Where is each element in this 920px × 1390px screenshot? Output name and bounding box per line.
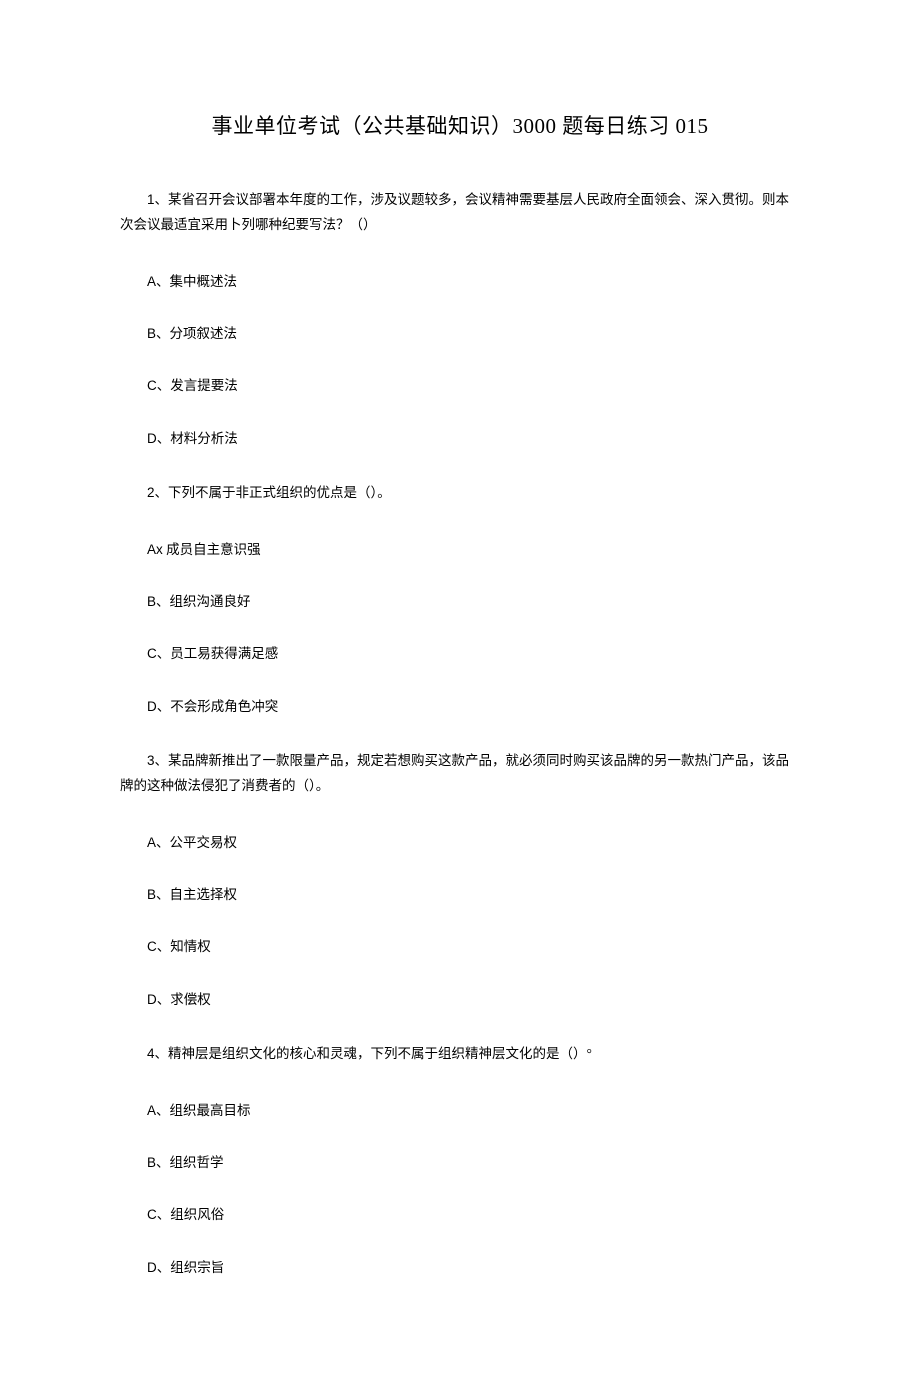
question-block-2: 2、下列不属于非正式组织的优点是（）。 Ax 成员自主意识强 B、组织沟通良好 … [120,481,800,717]
option-sep: 、 [156,274,170,289]
option-c: C、知情权 [120,937,800,957]
option-label: Ax [147,542,163,557]
question-text: 、精神层是组织文化的核心和灵魂，下列不属于组织精神层文化的是（）° [155,1046,592,1061]
option-sep: 、 [156,594,170,609]
option-text: 不会形成角色冲突 [170,699,278,714]
title-prefix: 事业单位考试（公共基础知识） [212,114,513,138]
option-d: D、材料分析法 [120,429,800,449]
option-a: A、公平交易权 [120,833,800,853]
option-text: 求偿权 [170,992,211,1007]
option-b: B、自主选择权 [120,885,800,905]
option-sep: 、 [156,1155,170,1170]
option-label: D [147,1260,157,1275]
question-block-4: 4、精神层是组织文化的核心和灵魂，下列不属于组织精神层文化的是（）° A、组织最… [120,1042,800,1278]
question-text: 、某省召开会议部署本年度的工作，涉及议题较多，会议精神需要基层人民政府全面领会、… [120,192,789,232]
option-b: B、组织沟通良好 [120,592,800,612]
option-b: B、组织哲学 [120,1153,800,1173]
option-text: 组织风俗 [170,1207,224,1222]
option-text: 材料分析法 [170,431,238,446]
option-label: B [147,1155,156,1170]
option-a: A、集中概述法 [120,272,800,292]
option-sep: 、 [157,699,171,714]
option-sep: 、 [157,939,171,954]
option-text: 组织宗旨 [170,1260,224,1275]
page-title: 事业单位考试（公共基础知识）3000 题每日练习 015 [120,110,800,140]
option-label: C [147,646,157,661]
option-c: C、组织风俗 [120,1205,800,1225]
option-d: D、组织宗旨 [120,1258,800,1278]
option-text: 发言提要法 [170,378,238,393]
option-a: Ax 成员自主意识强 [120,540,800,560]
option-sep: 、 [157,1260,171,1275]
option-sep: 、 [157,431,171,446]
question-text: 、某品牌新推出了一款限量产品，规定若想购买这款产品，就必须同时购买该品牌的另一款… [120,753,789,793]
option-text: 组织沟通良好 [170,594,251,609]
question-block-1: 1、某省召开会议部署本年度的工作，涉及议题较多，会议精神需要基层人民政府全面领会… [120,188,800,449]
question-block-3: 3、某品牌新推出了一款限量产品，规定若想购买这款产品，就必须同时购买该品牌的另一… [120,749,800,1010]
option-label: B [147,326,156,341]
question-text: 、下列不属于非正式组织的优点是（）。 [155,485,391,500]
option-sep: 、 [157,1207,171,1222]
option-text: 公平交易权 [170,835,238,850]
option-label: A [147,1103,156,1118]
question-stem: 2、下列不属于非正式组织的优点是（）。 [120,481,800,506]
option-text: 成员自主意识强 [163,542,261,557]
option-c: C、发言提要法 [120,376,800,396]
option-d: D、不会形成角色冲突 [120,697,800,717]
option-label: C [147,1207,157,1222]
option-label: D [147,431,157,446]
question-number: 4 [147,1046,155,1061]
option-sep: 、 [156,1103,170,1118]
option-text: 集中概述法 [170,274,238,289]
option-sep: 、 [157,992,171,1007]
question-number: 2 [147,485,155,500]
option-d: D、求偿权 [120,990,800,1010]
option-sep: 、 [156,326,170,341]
title-code: 015 [676,114,709,138]
option-text: 员工易获得满足感 [170,646,278,661]
option-label: B [147,594,156,609]
option-sep: 、 [157,378,171,393]
option-text: 知情权 [170,939,211,954]
question-number: 1 [147,192,155,207]
option-label: D [147,699,157,714]
option-text: 组织哲学 [170,1155,224,1170]
option-sep: 、 [156,887,170,902]
option-label: C [147,939,157,954]
question-number: 3 [147,753,155,768]
option-label: B [147,887,156,902]
option-label: A [147,274,156,289]
option-label: C [147,378,157,393]
question-stem: 4、精神层是组织文化的核心和灵魂，下列不属于组织精神层文化的是（）° [120,1042,800,1067]
question-stem: 3、某品牌新推出了一款限量产品，规定若想购买这款产品，就必须同时购买该品牌的另一… [120,749,800,799]
option-text: 组织最高目标 [170,1103,251,1118]
question-stem: 1、某省召开会议部署本年度的工作，涉及议题较多，会议精神需要基层人民政府全面领会… [120,188,800,238]
option-text: 分项叙述法 [170,326,238,341]
option-text: 自主选择权 [170,887,238,902]
option-label: D [147,992,157,1007]
option-a: A、组织最高目标 [120,1101,800,1121]
option-sep: 、 [157,646,171,661]
title-suffix: 题每日练习 [562,114,670,138]
option-c: C、员工易获得满足感 [120,644,800,664]
option-sep: 、 [156,835,170,850]
option-label: A [147,835,156,850]
option-b: B、分项叙述法 [120,324,800,344]
title-number: 3000 [513,114,557,138]
